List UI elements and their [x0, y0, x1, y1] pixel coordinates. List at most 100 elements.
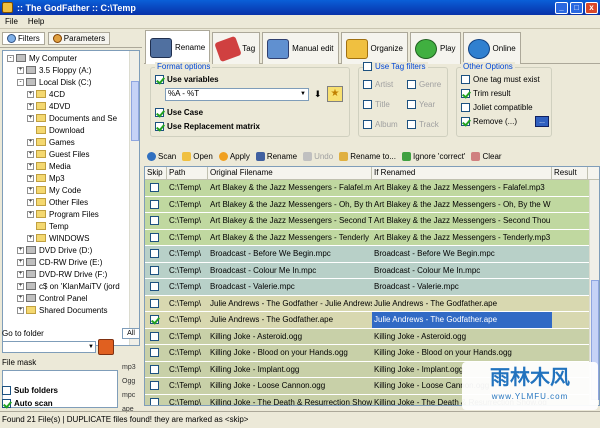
tree-expander-icon[interactable]: + — [27, 150, 34, 158]
tree-item[interactable]: + Mp3 — [3, 172, 139, 184]
tree-expander-icon[interactable]: + — [17, 66, 24, 74]
one-tag-checkbox[interactable]: One tag must exist — [461, 75, 540, 84]
skip-cell[interactable] — [145, 197, 167, 213]
skip-cell[interactable] — [145, 279, 167, 295]
use-case-checkbox[interactable]: Use Case — [155, 108, 203, 117]
tree-expander-icon[interactable]: + — [27, 90, 34, 98]
table-row[interactable]: C:\Temp\ Killing Joke - Asteroid.ogg Killi… — [145, 328, 599, 345]
filter-track[interactable]: Track — [407, 120, 439, 129]
header-skip[interactable]: Skip — [145, 167, 167, 179]
skip-checkbox[interactable] — [150, 216, 159, 226]
pattern-dropdown-icon[interactable]: ▼ — [300, 89, 306, 99]
table-row[interactable]: C:\Temp\ Killing Joke - Blood on your Han… — [145, 345, 599, 362]
tree-expander-icon[interactable]: + — [17, 282, 24, 290]
extension-list[interactable]: mp3 Ogg mpc ape — [122, 361, 140, 417]
filter-year[interactable]: Year — [407, 100, 435, 109]
tree-item[interactable]: +4CD — [3, 88, 139, 100]
filter-album-check[interactable] — [363, 120, 372, 129]
download-icon[interactable]: ⬇ — [314, 89, 322, 100]
tree-expander-icon[interactable]: + — [27, 210, 34, 218]
skip-checkbox[interactable] — [150, 381, 159, 391]
tree-expander-icon[interactable]: + — [27, 186, 34, 194]
filter-genre-check[interactable] — [407, 80, 416, 89]
tab-online[interactable]: Online — [462, 32, 521, 64]
tree-item[interactable]: + Program Files — [3, 208, 139, 220]
table-row[interactable]: C:\Temp\ Julie Andrews - The Godfather.ap… — [145, 312, 599, 329]
rename-button[interactable]: Rename — [255, 151, 297, 161]
table-row[interactable]: C:\Temp\ Broadcast - Colour Me In.mpc Broa… — [145, 262, 599, 279]
filter-artist-check[interactable] — [363, 80, 372, 89]
skip-cell[interactable] — [145, 230, 167, 246]
maximize-button[interactable]: □ — [570, 1, 583, 14]
joliet-check-icon[interactable] — [461, 103, 470, 112]
tree-item[interactable]: +4DVD — [3, 100, 139, 112]
tree-item[interactable]: Download — [3, 124, 139, 136]
subfolders-checkbox[interactable]: Sub folders — [2, 386, 58, 395]
tree-item[interactable]: + CD-RW Drive (E:) — [3, 256, 139, 268]
use-case-check-icon[interactable] — [155, 108, 164, 117]
folder-tree[interactable]: - My Computer +3.5 Floppy (A:) - Local Disk … — [2, 50, 140, 346]
table-row[interactable]: C:\Temp\ Art Blakey & the Jazz Messengers… — [145, 180, 599, 197]
skip-checkbox[interactable] — [150, 199, 159, 209]
skip-checkbox[interactable] — [150, 183, 159, 193]
filter-year-check[interactable] — [407, 100, 416, 109]
skip-checkbox[interactable] — [150, 364, 159, 374]
header-original-filename[interactable]: Original Filename — [208, 167, 372, 179]
tree-item[interactable]: Temp — [3, 220, 139, 232]
filter-title[interactable]: Title — [363, 100, 390, 109]
clear-button[interactable]: Clear — [471, 151, 502, 161]
goto-folder-input[interactable] — [2, 341, 96, 353]
tree-expander-icon[interactable]: + — [17, 246, 24, 254]
undo-button[interactable]: Undo — [303, 151, 333, 161]
table-row[interactable]: C:\Temp\ Art Blakey & the Jazz Messengers… — [145, 213, 599, 230]
skip-cell[interactable] — [145, 362, 167, 378]
skip-cell[interactable] — [145, 263, 167, 279]
tree-item[interactable]: + Shared Documents — [3, 304, 139, 316]
filter-album[interactable]: Album — [363, 120, 398, 129]
tab-manual-edit[interactable]: Manual edit — [262, 32, 339, 64]
menu-help[interactable]: Help — [23, 17, 49, 26]
browse-folder-icon[interactable] — [98, 339, 114, 355]
skip-cell[interactable] — [145, 246, 167, 262]
tree-item[interactable]: + c$ on 'KlanMaiTV (jord — [3, 280, 139, 292]
use-replacement-checkbox[interactable]: Use Replacement matrix — [155, 122, 260, 131]
autoscan-check-icon[interactable] — [2, 399, 11, 408]
tree-expander-icon[interactable]: + — [17, 306, 24, 314]
tree-expander-icon[interactable]: + — [17, 294, 24, 302]
ext-ogg[interactable]: Ogg — [122, 375, 140, 389]
tab-rename[interactable]: Rename — [145, 30, 211, 64]
header-path[interactable]: Path — [167, 167, 208, 179]
tree-item[interactable]: + Other Files — [3, 196, 139, 208]
tree-item[interactable]: + DVD Drive (D:) — [3, 244, 139, 256]
tab-parameters[interactable]: Parameters — [47, 32, 111, 45]
table-row[interactable]: C:\Temp\ Broadcast - Before We Begin.mpc B… — [145, 246, 599, 263]
tree-expander-icon[interactable]: + — [27, 102, 34, 110]
tree-expander-icon[interactable]: + — [27, 138, 34, 146]
trim-check-icon[interactable] — [461, 89, 470, 98]
tree-expander-icon[interactable]: + — [27, 174, 34, 182]
skip-cell[interactable] — [145, 378, 167, 394]
skip-checkbox[interactable] — [150, 282, 159, 292]
joliet-checkbox[interactable]: Joliet compatible — [461, 103, 533, 112]
tree-expander-icon[interactable]: + — [17, 258, 24, 266]
use-variables-check-icon[interactable] — [155, 75, 164, 84]
close-button[interactable]: x — [585, 1, 598, 14]
tag-filters-check-icon[interactable] — [363, 62, 372, 71]
skip-checkbox[interactable] — [150, 315, 159, 325]
tree-item[interactable]: + DVD-RW Drive (F:) — [3, 268, 139, 280]
table-row[interactable]: C:\Temp\ Julie Andrews - The Godfather - … — [145, 295, 599, 312]
tree-item[interactable]: - My Computer — [3, 52, 139, 64]
tree-scroll-thumb[interactable] — [131, 81, 139, 141]
tree-item[interactable]: + My Code — [3, 184, 139, 196]
trim-checkbox[interactable]: Trim result — [461, 89, 510, 98]
tree-scrollbar[interactable] — [129, 51, 139, 345]
tree-item[interactable]: - Local Disk (C:) — [3, 76, 139, 88]
tree-item[interactable]: + Games — [3, 136, 139, 148]
ext-mp3[interactable]: mp3 — [122, 361, 140, 375]
open-button[interactable]: Open — [182, 151, 213, 161]
skip-checkbox[interactable] — [150, 397, 159, 405]
apply-button[interactable]: Apply — [218, 151, 250, 161]
filter-genre[interactable]: Genre — [407, 80, 441, 89]
minimize-button[interactable]: _ — [555, 1, 568, 14]
skip-cell[interactable] — [145, 312, 167, 328]
